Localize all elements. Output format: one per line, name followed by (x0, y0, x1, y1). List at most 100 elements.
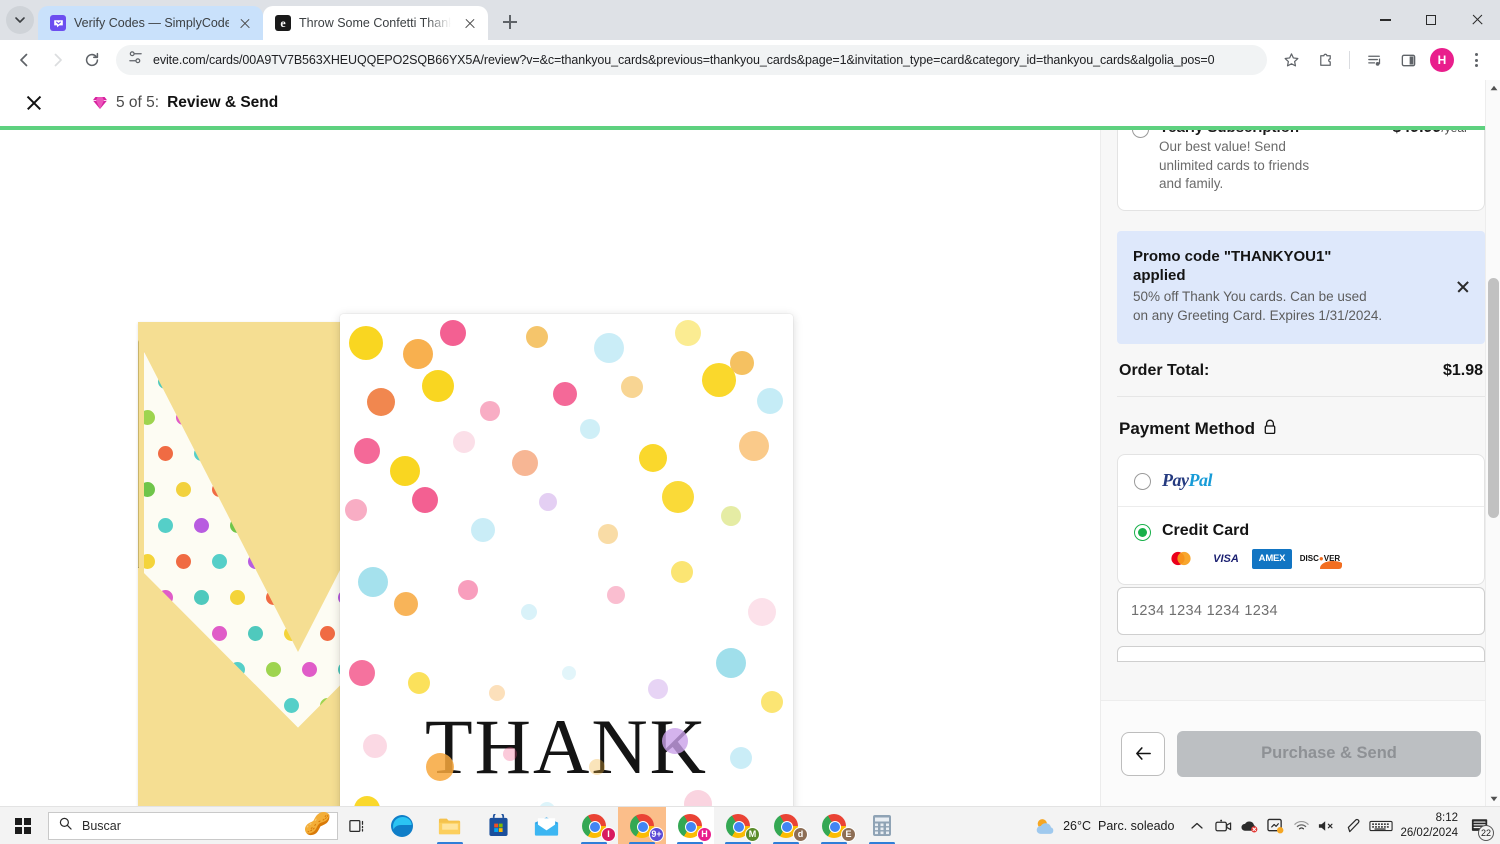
volume-muted-icon[interactable] (1314, 807, 1340, 844)
profile-avatar[interactable]: H (1426, 44, 1458, 76)
task-view-button[interactable] (338, 807, 378, 844)
page-viewport: 5 of 5: Review & Send THANK YOU (0, 80, 1500, 806)
card-expiry-input[interactable] (1117, 645, 1485, 662)
weather-icon (1034, 817, 1056, 835)
taskbar-app-file-explorer[interactable] (426, 807, 474, 844)
back-button[interactable] (1121, 731, 1165, 776)
confetti-dot (480, 400, 501, 421)
polka-dot (212, 626, 227, 641)
profile-badge: d (793, 826, 808, 842)
subscription-amount: $49.99 (1392, 130, 1441, 136)
start-button[interactable] (0, 807, 46, 844)
confetti-dot (552, 381, 577, 406)
taskbar-app-chrome-h[interactable]: H (666, 806, 714, 844)
confetti-dot (426, 752, 455, 781)
credit-card-label: Credit Card (1162, 522, 1250, 539)
notification-center-button[interactable]: 22 (1466, 807, 1494, 844)
gem-icon (92, 96, 108, 110)
taskbar-app-chrome-i[interactable]: I (570, 807, 618, 844)
browser-tab-1[interactable]: Verify Codes — SimplyCodes (38, 6, 263, 40)
avatar: H (1430, 48, 1454, 72)
subscription-price: $49.99/year (1392, 130, 1468, 194)
greeting-card[interactable]: THANK YOU (340, 314, 793, 806)
taskbar-app-chrome-d[interactable]: d (762, 807, 810, 844)
confetti-dot (344, 499, 367, 522)
purchase-and-send-button[interactable]: Purchase & Send (1177, 730, 1481, 777)
taskbar-app-microsoft-store[interactable] (474, 807, 522, 844)
toolbar-actions: H (1275, 44, 1492, 76)
order-total-value: $1.98 (1442, 361, 1483, 379)
taskbar-clock[interactable]: 8:12 26/02/2024 (1396, 811, 1466, 840)
polka-dot (158, 446, 173, 461)
back-icon[interactable] (8, 44, 40, 76)
maximize-button[interactable] (1408, 0, 1454, 40)
payment-method-paypal[interactable]: PayPal (1118, 455, 1484, 507)
side-panel-icon[interactable] (1392, 44, 1424, 76)
clock-time: 8:12 (1435, 812, 1458, 825)
taskbar-app-chrome-9plus[interactable]: 9+ (618, 806, 666, 844)
keyboard-icon[interactable] (1366, 807, 1396, 844)
scroll-down-arrow[interactable] (1486, 791, 1500, 806)
page-title: 5 of 5: Review & Send (92, 94, 278, 112)
show-hidden-icons-chevron[interactable] (1184, 807, 1210, 844)
taskbar-search[interactable]: Buscar 🥜 (48, 810, 338, 840)
pistachio-icon: 🥜 (303, 810, 331, 836)
extensions-puzzle-icon[interactable] (1309, 44, 1341, 76)
step-number: 5 of 5: (116, 94, 160, 111)
close-icon[interactable] (462, 15, 478, 31)
reading-list-icon[interactable] (1358, 44, 1390, 76)
reload-icon[interactable] (76, 44, 108, 76)
confetti-dot (620, 375, 643, 398)
chrome-menu-icon[interactable] (1460, 44, 1492, 76)
weather-widget[interactable]: 26°C Parc. soleado (1024, 817, 1184, 835)
page-scrollbar[interactable] (1485, 80, 1500, 806)
taskbar-app-chrome-e[interactable]: E (810, 807, 858, 844)
window-close-button[interactable] (1454, 0, 1500, 40)
tab-search-button[interactable] (6, 6, 34, 34)
camera-icon[interactable] (1210, 807, 1236, 844)
polka-dot (158, 518, 173, 533)
weather-temperature: 26°C (1063, 818, 1091, 833)
onedrive-error-icon[interactable] (1236, 807, 1262, 844)
site-settings-icon[interactable] (128, 50, 143, 70)
amex-icon: AMEX (1252, 548, 1292, 569)
taskbar-app-chrome-m[interactable]: M (714, 807, 762, 844)
simplycodes-icon (50, 15, 66, 31)
browser-tab-2[interactable]: e Throw Some Confetti Thank You (263, 6, 488, 40)
evite-icon: e (275, 15, 291, 31)
confetti-dot (407, 672, 430, 695)
polka-dot (194, 518, 209, 533)
toolbar-divider (1349, 51, 1350, 69)
confetti-dot (353, 437, 380, 464)
confetti-dot (580, 419, 601, 440)
bookmark-star-icon[interactable] (1275, 44, 1307, 76)
taskbar-app-calculator[interactable] (858, 807, 906, 844)
polka-dot (176, 554, 191, 569)
credit-card-radio[interactable] (1134, 523, 1151, 541)
window-controls (1362, 0, 1500, 40)
paypal-radio[interactable] (1134, 472, 1151, 490)
close-icon[interactable] (1453, 277, 1473, 297)
wifi-icon[interactable] (1288, 807, 1314, 844)
confetti-dot (598, 524, 619, 545)
minimize-button[interactable] (1362, 0, 1408, 40)
profile-badge: H (697, 826, 712, 842)
subscription-option[interactable]: Yearly Subscription Our best value! Send… (1117, 130, 1485, 211)
payment-method-credit-card[interactable]: Credit Card VISA AMEX DISC●VER (1118, 507, 1484, 584)
lock-icon (1263, 419, 1277, 440)
subscription-radio[interactable] (1132, 130, 1149, 138)
taskbar-app-edge[interactable] (378, 807, 426, 844)
address-bar[interactable]: evite.com/cards/00A9TV7B563XHEUQQEPO2SQB… (116, 45, 1267, 75)
card-number-input[interactable]: 1234 1234 1234 1234 (1117, 586, 1485, 635)
pen-icon[interactable] (1340, 807, 1366, 844)
close-icon[interactable] (237, 15, 253, 31)
confetti-dot (349, 326, 384, 361)
scroll-up-arrow[interactable] (1486, 80, 1500, 95)
page-scrollbar-thumb[interactable] (1488, 278, 1499, 518)
screen-share-icon[interactable] (1262, 807, 1288, 844)
new-tab-button[interactable] (496, 8, 524, 36)
close-flow-button[interactable] (14, 83, 54, 123)
order-scroll-region[interactable]: Yearly Subscription Our best value! Send… (1101, 130, 1500, 700)
taskbar-app-mail[interactable] (522, 807, 570, 844)
checkout-footer: Purchase & Send (1101, 700, 1500, 806)
